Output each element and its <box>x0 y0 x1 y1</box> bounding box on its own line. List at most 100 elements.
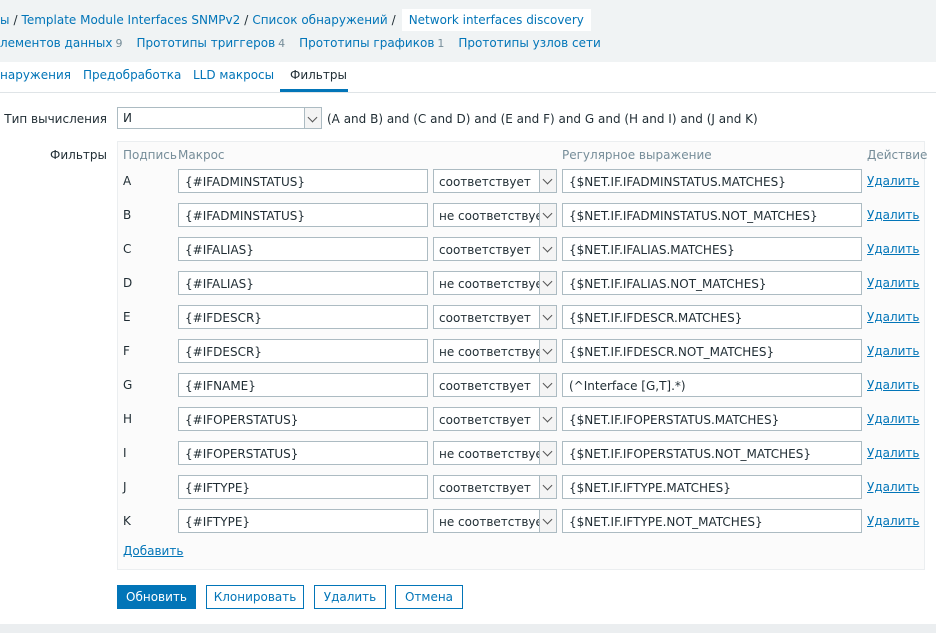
operator-value: соответствует <box>439 481 531 495</box>
col-header-action: Действие <box>867 148 928 162</box>
macro-value: {#IFTYPE} <box>185 481 251 495</box>
regex-input[interactable]: {$NET.IF.IFALIAS.MATCHES} <box>562 237 862 261</box>
subnav-item-trigger-prototypes[interactable]: Прототипы триггеров 4 <box>136 36 285 50</box>
active-tab-indicator <box>280 89 348 92</box>
macro-value: {#IFDESCR} <box>185 311 262 325</box>
col-header-regex: Регулярное выражение <box>562 148 712 162</box>
calc-type-select[interactable]: И <box>117 107 322 129</box>
tab-lld-macros[interactable]: LLD макросы <box>193 68 274 82</box>
macro-value: {#IFDESCR} <box>185 345 262 359</box>
remove-filter-link[interactable]: Удалить <box>867 174 920 188</box>
regex-value: {$NET.IF.IFOPERSTATUS.MATCHES} <box>569 413 780 427</box>
subnav-item-label: лементов данных <box>0 36 113 50</box>
breadcrumb-separator: / <box>13 13 18 27</box>
macro-input[interactable]: {#IFNAME} <box>178 373 428 397</box>
operator-select[interactable]: соответствует <box>433 237 557 261</box>
subnav-item-prototypes[interactable]: лементов данных 9 <box>0 36 122 50</box>
macro-input[interactable]: {#IFDESCR} <box>178 339 428 363</box>
remove-filter-link[interactable]: Удалить <box>867 208 920 222</box>
macro-value: {#IFADMINSTATUS} <box>185 209 306 223</box>
operator-value: не соответствует <box>439 447 550 461</box>
chevron-down-icon <box>539 238 556 260</box>
macro-input[interactable]: {#IFALIAS} <box>178 271 428 295</box>
operator-select[interactable]: не соответствует <box>433 203 557 227</box>
chevron-down-icon <box>539 408 556 430</box>
filter-row: H {#IFOPERSTATUS} соответствует {$NET.IF.IF… <box>0 407 936 431</box>
regex-input[interactable]: {$NET.IF.IFDESCR.MATCHES} <box>562 305 862 329</box>
regex-value: {$NET.IF.IFDESCR.MATCHES} <box>569 311 743 325</box>
clone-button[interactable]: Клонировать <box>206 585 304 609</box>
update-button[interactable]: Обновить <box>117 585 196 609</box>
breadcrumb-current-rule[interactable]: Network interfaces discovery <box>401 9 591 31</box>
regex-input[interactable]: {$NET.IF.IFDESCR.NOT_MATCHES} <box>562 339 862 363</box>
chevron-down-icon <box>539 374 556 396</box>
footer-band <box>0 624 936 633</box>
operator-value: не соответствует <box>439 209 550 223</box>
macro-value: {#IFOPERSTATUS} <box>185 447 299 461</box>
regex-input[interactable]: {$NET.IF.IFTYPE.MATCHES} <box>562 475 862 499</box>
macro-input[interactable]: {#IFOPERSTATUS} <box>178 441 428 465</box>
regex-input[interactable]: (^Interface [G,T].*) <box>562 373 862 397</box>
regex-input[interactable]: {$NET.IF.IFOPERSTATUS.NOT_MATCHES} <box>562 441 862 465</box>
macro-input[interactable]: {#IFTYPE} <box>178 475 428 499</box>
breadcrumb-template[interactable]: Template Module Interfaces SNMPv2 <box>22 13 241 27</box>
regex-input[interactable]: {$NET.IF.IFADMINSTATUS.NOT_MATCHES} <box>562 203 862 227</box>
tab-discovery-rule[interactable]: наружения <box>0 68 71 82</box>
filter-row: E {#IFDESCR} соответствует {$NET.IF.IFDESCR… <box>0 305 936 329</box>
regex-input[interactable]: {$NET.IF.IFTYPE.NOT_MATCHES} <box>562 509 862 533</box>
macro-input[interactable]: {#IFOPERSTATUS} <box>178 407 428 431</box>
remove-filter-link[interactable]: Удалить <box>867 378 920 392</box>
operator-select[interactable]: не соответствует <box>433 509 557 533</box>
breadcrumb: ы / Template Module Interfaces SNMPv2 / Спис… <box>0 9 591 31</box>
filter-row: G {#IFNAME} соответствует (^Interface [G,T]… <box>0 373 936 397</box>
regex-input[interactable]: {$NET.IF.IFALIAS.NOT_MATCHES} <box>562 271 862 295</box>
operator-select[interactable]: не соответствует <box>433 441 557 465</box>
filter-row: I {#IFOPERSTATUS} не соответствует {$NET.IF… <box>0 441 936 465</box>
operator-select[interactable]: соответствует <box>433 407 557 431</box>
delete-button[interactable]: Удалить <box>314 585 386 609</box>
calc-type-value: И <box>123 111 132 125</box>
operator-select[interactable]: соответствует <box>433 475 557 499</box>
breadcrumb-hosts[interactable]: ы <box>0 13 9 27</box>
tab-preprocessing[interactable]: Предобработка <box>83 68 181 82</box>
macro-input[interactable]: {#IFTYPE} <box>178 509 428 533</box>
remove-filter-link[interactable]: Удалить <box>867 310 920 324</box>
cancel-button[interactable]: Отмена <box>395 585 463 609</box>
remove-filter-link[interactable]: Удалить <box>867 514 920 528</box>
macro-input[interactable]: {#IFALIAS} <box>178 237 428 261</box>
filter-row-label: G <box>123 378 133 392</box>
regex-value: {$NET.IF.IFTYPE.MATCHES} <box>569 481 731 495</box>
regex-input[interactable]: {$NET.IF.IFOPERSTATUS.MATCHES} <box>562 407 862 431</box>
remove-filter-link[interactable]: Удалить <box>867 242 920 256</box>
chevron-down-icon <box>539 510 556 532</box>
macro-input[interactable]: {#IFADMINSTATUS} <box>178 169 428 193</box>
chevron-down-icon <box>539 476 556 498</box>
add-filter-link[interactable]: Добавить <box>123 544 183 558</box>
subnav-item-graph-prototypes[interactable]: Прототипы графиков 1 <box>299 36 444 50</box>
macro-input[interactable]: {#IFADMINSTATUS} <box>178 203 428 227</box>
operator-value: не соответствует <box>439 345 550 359</box>
regex-input[interactable]: {$NET.IF.IFADMINSTATUS.MATCHES} <box>562 169 862 193</box>
macro-value: {#IFALIAS} <box>185 243 254 257</box>
operator-select[interactable]: не соответствует <box>433 271 557 295</box>
operator-select[interactable]: соответствует <box>433 373 557 397</box>
calc-formula: (A and B) and (C and D) and (E and F) an… <box>327 112 758 126</box>
macro-value: {#IFADMINSTATUS} <box>185 175 306 189</box>
tab-filters[interactable]: Фильтры <box>290 68 347 82</box>
operator-select[interactable]: соответствует <box>433 169 557 193</box>
filter-row: F {#IFDESCR} не соответствует {$NET.IF.IFDE… <box>0 339 936 363</box>
remove-filter-link[interactable]: Удалить <box>867 446 920 460</box>
remove-filter-link[interactable]: Удалить <box>867 276 920 290</box>
remove-filter-link[interactable]: Удалить <box>867 344 920 358</box>
operator-select[interactable]: соответствует <box>433 305 557 329</box>
macro-input[interactable]: {#IFDESCR} <box>178 305 428 329</box>
operator-value: соответствует <box>439 243 531 257</box>
operator-select[interactable]: не соответствует <box>433 339 557 363</box>
subnav-item-host-prototypes[interactable]: Прототипы узлов сети <box>458 36 603 50</box>
breadcrumb-separator: / <box>391 13 396 27</box>
breadcrumb-discovery-list[interactable]: Список обнаружений <box>252 13 387 27</box>
remove-filter-link[interactable]: Удалить <box>867 412 920 426</box>
regex-value: (^Interface [G,T].*) <box>569 379 686 393</box>
operator-value: соответствует <box>439 413 531 427</box>
remove-filter-link[interactable]: Удалить <box>867 480 920 494</box>
